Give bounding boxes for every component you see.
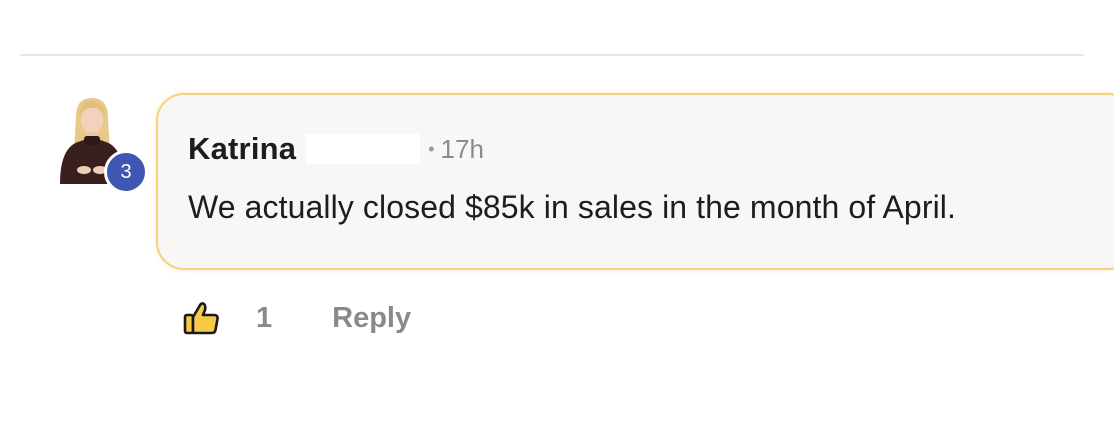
- top-divider: [20, 54, 1084, 56]
- author-avatar-container[interactable]: 3: [54, 96, 148, 194]
- like-button[interactable]: [180, 296, 224, 340]
- meta-separator: •: [428, 138, 435, 159]
- timestamp[interactable]: 17h: [441, 134, 484, 165]
- thumbs-up-icon: [183, 302, 219, 335]
- comment-actions: 1 Reply: [180, 294, 411, 342]
- redacted-surname: [306, 134, 421, 164]
- reply-button[interactable]: Reply: [332, 302, 411, 335]
- comment-bubble: Katrina • 17h We actually closed $85k in…: [156, 93, 1114, 270]
- author-row: Katrina • 17h: [188, 131, 484, 167]
- like-count: 1: [256, 301, 273, 334]
- comment-text: We actually closed $85k in sales in the …: [188, 189, 956, 225]
- author-name[interactable]: Katrina: [188, 131, 296, 167]
- level-badge: 3: [104, 150, 148, 194]
